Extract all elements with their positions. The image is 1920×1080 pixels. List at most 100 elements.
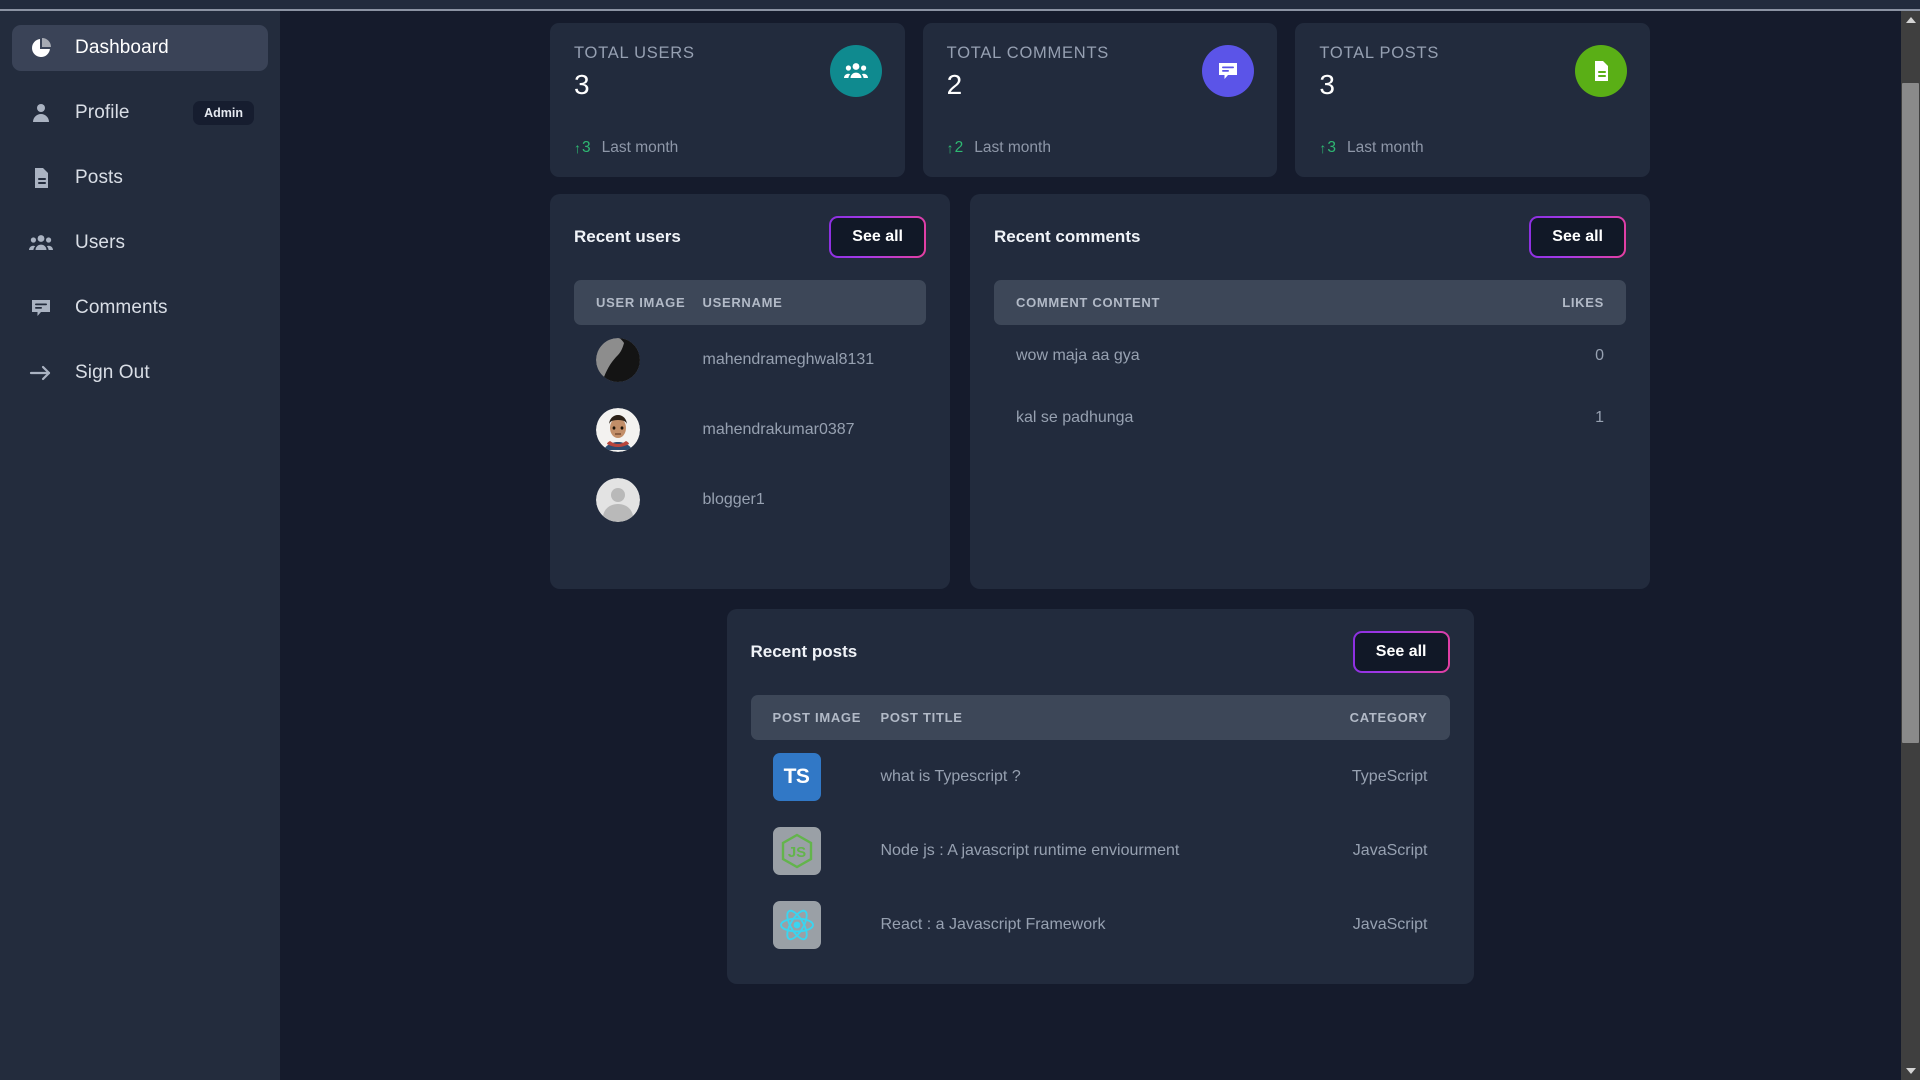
arrow-up-icon: ↑ — [1319, 140, 1327, 156]
post-title-cell: what is Typescript ? — [880, 768, 1021, 785]
table-row[interactable]: wow maja aa gya 0 — [994, 325, 1626, 387]
scroll-up-button[interactable] — [1901, 11, 1920, 29]
table-row[interactable]: mahendrameghwal8131 — [574, 325, 926, 395]
comment-content-cell: kal se padhunga — [1016, 409, 1134, 426]
user-icon — [26, 101, 56, 125]
comment-icon — [26, 296, 56, 320]
admin-badge: Admin — [193, 101, 254, 125]
comment-icon — [1202, 45, 1255, 97]
arrow-up-icon: ↑ — [946, 140, 954, 156]
table-row[interactable]: TS what is Typescript ? TypeScript — [751, 740, 1450, 814]
arrow-right-icon — [26, 362, 56, 384]
page-scrollbar[interactable] — [1901, 11, 1920, 1080]
post-category-cell: JavaScript — [1352, 842, 1428, 859]
recent-posts-panel: Recent posts See all POST IMAGE POST TIT… — [726, 609, 1474, 984]
sidebar-item-profile[interactable]: Profile Admin — [12, 90, 268, 136]
comment-content-cell: wow maja aa gya — [1016, 347, 1140, 364]
post-image-cell: TS — [751, 740, 881, 814]
user-image-cell — [574, 465, 702, 535]
recent-users-table: USER IMAGE USERNAME mahendrameghwal8131 … — [574, 280, 926, 535]
stat-footer: ↑ 3 Last month — [1319, 139, 1423, 157]
nodejs-logo-icon: JS — [772, 827, 821, 875]
table-row[interactable]: JS Node js : A javascript runtime enviou… — [751, 814, 1450, 888]
main-content: TOTAL USERS 3 ↑ 3 Last month TOTAL COMME… — [280, 11, 1920, 1080]
table-header-row: USER IMAGE USERNAME — [574, 280, 926, 325]
stat-footer: ↑ 3 Last month — [574, 139, 678, 157]
avatar — [596, 338, 640, 382]
stat-footer: ↑ 2 Last month — [947, 139, 1051, 157]
post-category-cell: JavaScript — [1352, 916, 1428, 933]
comment-likes-cell: 1 — [1595, 409, 1604, 426]
stat-card-total-users: TOTAL USERS 3 ↑ 3 Last month — [550, 23, 905, 177]
column-header-likes: LIKES — [1450, 280, 1626, 325]
column-header-category: CATEGORY — [1309, 695, 1450, 740]
users-icon — [26, 230, 56, 256]
document-icon — [26, 166, 56, 190]
panel-title: Recent users — [574, 227, 681, 246]
username-cell: mahendrakumar0387 — [702, 421, 855, 438]
stat-delta: ↑ 3 — [574, 139, 591, 157]
stat-delta-value: 3 — [1327, 139, 1336, 156]
typescript-logo-icon: TS — [772, 753, 821, 801]
table-row[interactable]: React : a Javascript Framework JavaScrip… — [751, 888, 1450, 962]
app-body: Dashboard Profile Admin Posts Users Comm… — [0, 11, 1920, 1080]
post-title-cell: React : a Javascript Framework — [880, 916, 1106, 933]
panel-header: Recent users See all — [574, 216, 926, 258]
sidebar-item-sign-out[interactable]: Sign Out — [12, 350, 268, 396]
scrollbar-thumb[interactable] — [1902, 83, 1919, 743]
panels-row: Recent users See all USER IMAGE USERNAME — [550, 194, 1650, 589]
table-header-row: COMMENT CONTENT LIKES — [994, 280, 1626, 325]
stat-cards: TOTAL USERS 3 ↑ 3 Last month TOTAL COMME… — [550, 23, 1651, 177]
comment-likes-cell: 0 — [1595, 347, 1604, 364]
svg-text:JS: JS — [787, 844, 805, 861]
stat-card-total-comments: TOTAL COMMENTS 2 ↑ 2 Last month — [922, 23, 1278, 177]
stat-since: Last month — [601, 139, 679, 156]
stat-delta: ↑ 3 — [1319, 139, 1336, 157]
see-all-comments-button[interactable]: See all — [1529, 216, 1626, 258]
sidebar-item-label: Sign Out — [75, 362, 150, 383]
recent-posts-table: POST IMAGE POST TITLE CATEGORY TS what i… — [750, 695, 1450, 962]
recent-users-panel: Recent users See all USER IMAGE USERNAME — [550, 194, 950, 589]
pie-chart-icon — [26, 36, 56, 60]
column-header-user-image: USER IMAGE — [574, 280, 703, 325]
avatar — [596, 408, 640, 452]
stat-delta: ↑ 2 — [947, 139, 964, 157]
dashboard-page: Dashboard Profile Admin Posts Users Comm… — [0, 0, 1920, 1080]
recent-comments-panel: Recent comments See all COMMENT CONTENT … — [970, 194, 1650, 589]
browser-top-strip — [0, 0, 1920, 9]
sidebar-item-comments[interactable]: Comments — [12, 285, 268, 331]
column-header-post-title: POST TITLE — [880, 695, 1310, 740]
table-row[interactable]: mahendrakumar0387 — [574, 395, 926, 465]
post-image-cell: JS — [751, 814, 881, 888]
stat-delta-value: 3 — [582, 139, 591, 156]
post-category-cell: TypeScript — [1351, 768, 1428, 785]
stat-card-total-posts: TOTAL POSTS 3 ↑ 3 Last month — [1295, 23, 1651, 177]
sidebar-item-dashboard[interactable]: Dashboard — [12, 25, 268, 71]
see-all-posts-button[interactable]: See all — [1353, 631, 1450, 673]
sidebar-item-posts[interactable]: Posts — [12, 155, 268, 201]
sidebar-item-label: Profile — [75, 102, 130, 123]
see-all-users-button[interactable]: See all — [829, 216, 926, 258]
react-logo-icon — [772, 901, 821, 949]
scroll-down-button[interactable] — [1901, 1062, 1920, 1080]
post-image-cell — [751, 888, 881, 962]
table-row[interactable]: kal se padhunga 1 — [994, 387, 1626, 449]
stat-since: Last month — [1346, 139, 1424, 156]
recent-comments-table: COMMENT CONTENT LIKES wow maja aa gya 0 — [994, 280, 1626, 449]
column-header-post-image: POST IMAGE — [750, 695, 881, 740]
scrollbar-track[interactable] — [1901, 29, 1920, 1062]
panel-title: Recent comments — [994, 227, 1141, 246]
table-row[interactable]: blogger1 — [574, 465, 926, 535]
user-image-cell — [574, 325, 702, 395]
post-title-cell: Node js : A javascript runtime enviourme… — [880, 842, 1180, 859]
panel-title: Recent posts — [750, 642, 858, 661]
chevron-up-icon — [1905, 17, 1916, 23]
users-icon — [829, 45, 882, 97]
sidebar-item-users[interactable]: Users — [12, 220, 268, 266]
stat-delta-value: 2 — [954, 139, 964, 156]
column-header-username: USERNAME — [702, 280, 926, 325]
column-header-comment-content: COMMENT CONTENT — [994, 280, 1451, 325]
arrow-up-icon: ↑ — [574, 140, 581, 156]
sidebar-item-label: Posts — [75, 167, 124, 188]
user-image-cell — [574, 395, 702, 465]
